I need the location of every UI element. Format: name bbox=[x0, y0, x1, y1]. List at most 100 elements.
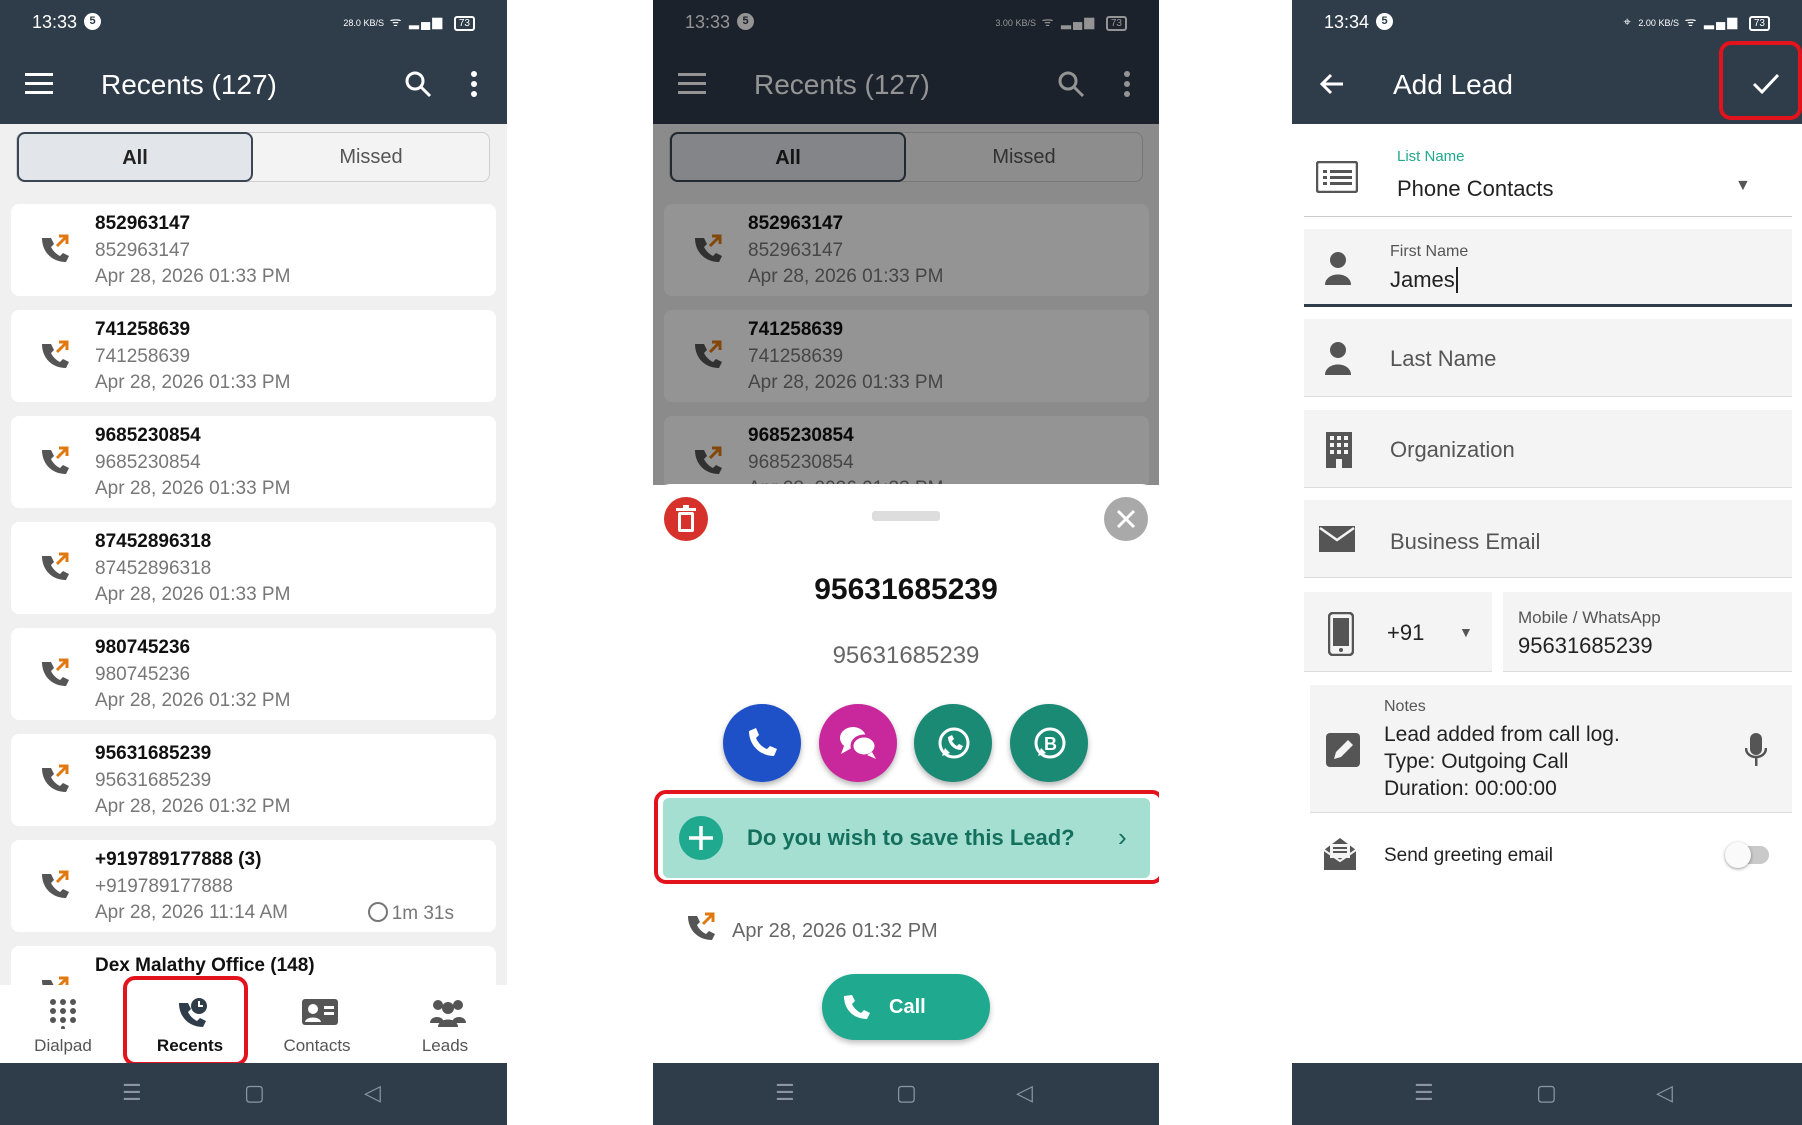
more-options-icon[interactable] bbox=[470, 71, 478, 97]
first-name-field[interactable]: First Name James bbox=[1304, 229, 1792, 307]
last-name-field[interactable]: Last Name bbox=[1304, 319, 1792, 397]
outgoing-call-icon bbox=[42, 658, 69, 686]
call-name: 980745236 bbox=[95, 637, 191, 658]
business-email-placeholder: Business Email bbox=[1390, 529, 1541, 554]
search-icon[interactable] bbox=[404, 70, 432, 98]
greeting-email-row: Send greeting email bbox=[1310, 826, 1792, 886]
call-date: Apr 28, 2026 01:32 PM bbox=[95, 796, 291, 817]
list-name-field[interactable]: List Name Phone Contacts ▼ bbox=[1304, 135, 1792, 217]
tab-all[interactable]: All bbox=[17, 132, 253, 182]
business-email-field[interactable]: Business Email bbox=[1304, 500, 1792, 578]
call-number: +919789177888 bbox=[95, 876, 233, 897]
home-icon[interactable]: ▢ bbox=[244, 1080, 265, 1106]
call-log-item[interactable]: 9685230854 9685230854 Apr 28, 2026 01:33 P… bbox=[11, 416, 496, 508]
call-log-item[interactable]: 87452896318 87452896318 Apr 28, 2026 01:33… bbox=[11, 522, 496, 614]
call-action-button[interactable] bbox=[723, 704, 801, 782]
call-number: 741258639 bbox=[95, 346, 191, 367]
phone-icon bbox=[844, 995, 870, 1019]
drag-handle[interactable] bbox=[872, 511, 940, 521]
svg-text:B: B bbox=[1044, 734, 1057, 754]
greeting-toggle[interactable] bbox=[1725, 842, 1769, 868]
network-speed: 28.0 KB/S bbox=[343, 18, 384, 28]
menu-icon[interactable] bbox=[25, 73, 53, 95]
status-time: 13:34 bbox=[1324, 12, 1370, 32]
network-speed: 2.00 KB/S bbox=[1638, 18, 1679, 28]
modal-overlay[interactable] bbox=[653, 0, 1159, 485]
call-name: 87452896318 bbox=[95, 531, 212, 552]
call-log-item[interactable]: 95631685239 95631685239 Apr 28, 2026 01:32… bbox=[11, 734, 496, 826]
recent-apps-icon[interactable]: ☰ bbox=[122, 1080, 142, 1106]
sheet-title: 95631685239 bbox=[814, 573, 998, 606]
call-log-item[interactable]: +919789177888 (3) +919789177888 Apr 28, 20… bbox=[11, 840, 496, 932]
recent-apps-icon[interactable]: ☰ bbox=[1414, 1080, 1434, 1106]
system-nav-bar: ☰ ▢ ◁ bbox=[653, 1063, 1159, 1125]
call-duration: 1m 31s bbox=[367, 902, 454, 925]
mail-open-icon bbox=[1323, 838, 1357, 870]
status-badge: 5 bbox=[1376, 13, 1393, 30]
filter-tabs: All Missed bbox=[16, 132, 490, 182]
building-icon bbox=[1326, 432, 1352, 468]
home-icon[interactable]: ▢ bbox=[1536, 1080, 1557, 1106]
list-name-label: List Name bbox=[1397, 148, 1465, 165]
back-icon[interactable]: ◁ bbox=[1016, 1080, 1033, 1106]
whatsapp-action-button[interactable] bbox=[914, 704, 992, 782]
microphone-icon[interactable] bbox=[1745, 733, 1767, 767]
organization-field[interactable]: Organization bbox=[1304, 410, 1792, 488]
back-arrow-icon[interactable] bbox=[1319, 72, 1345, 96]
call-date: Apr 28, 2026 01:32 PM bbox=[732, 920, 938, 942]
nav-dialpad[interactable]: Dialpad bbox=[8, 985, 118, 1063]
nav-leads[interactable]: Leads bbox=[390, 985, 500, 1063]
sms-action-button[interactable] bbox=[819, 704, 897, 782]
recent-apps-icon[interactable]: ☰ bbox=[775, 1080, 795, 1106]
call-name: Dex Malathy Office (148) bbox=[95, 955, 315, 976]
call-name: 95631685239 bbox=[95, 743, 212, 764]
outgoing-call-icon bbox=[42, 764, 69, 792]
battery-icon: 73 bbox=[1748, 16, 1770, 31]
status-icons: 28.0 KB/S ᯤ ▂▄▆ 73 bbox=[343, 12, 475, 31]
dropdown-arrow-icon: ▼ bbox=[1735, 177, 1751, 194]
home-icon[interactable]: ▢ bbox=[896, 1080, 917, 1106]
clock-icon bbox=[367, 902, 388, 922]
nav-contacts[interactable]: Contacts bbox=[262, 985, 372, 1063]
list-icon bbox=[1316, 161, 1358, 193]
call-name: 9685230854 bbox=[95, 425, 201, 446]
app-bar: Recents (127) bbox=[0, 45, 507, 124]
system-nav-bar: ☰ ▢ ◁ bbox=[1292, 1063, 1802, 1125]
list-name-value: Phone Contacts bbox=[1397, 176, 1554, 201]
mobile-field[interactable]: Mobile / WhatsApp 95631685239 bbox=[1503, 592, 1792, 672]
whatsapp-icon bbox=[938, 727, 970, 759]
notes-line: Duration: 00:00:00 bbox=[1384, 777, 1557, 800]
call-number: 980745236 bbox=[95, 664, 191, 685]
status-bar: 13:34 5 ⌖ 2.00 KB/S ᯤ ▂▄▆ 73 bbox=[1292, 0, 1802, 45]
close-icon[interactable] bbox=[1103, 496, 1149, 542]
status-time: 13:33 bbox=[32, 12, 78, 32]
outgoing-call-icon bbox=[42, 446, 69, 474]
email-icon bbox=[1319, 526, 1355, 552]
screen-recents: 13:33 5 28.0 KB/S ᯤ ▂▄▆ 73 Recents (127)… bbox=[0, 0, 507, 1125]
page-title: Add Lead bbox=[1393, 69, 1513, 100]
status-icons: ⌖ 2.00 KB/S ᯤ ▂▄▆ 73 bbox=[1623, 12, 1770, 31]
delete-icon[interactable] bbox=[663, 496, 709, 542]
country-code-select[interactable]: +91 ▼ bbox=[1304, 592, 1492, 672]
dialpad-icon bbox=[50, 999, 76, 1029]
back-icon[interactable]: ◁ bbox=[1656, 1080, 1673, 1106]
first-name-value: James bbox=[1390, 267, 1458, 293]
call-log-item[interactable]: 741258639 741258639 Apr 28, 2026 01:33 PM bbox=[11, 310, 496, 402]
outgoing-call-icon bbox=[42, 870, 69, 898]
battery-icon: 73 bbox=[453, 16, 475, 31]
system-nav-bar: ☰ ▢ ◁ bbox=[0, 1063, 507, 1125]
tab-missed[interactable]: Missed bbox=[253, 133, 489, 181]
call-log-item[interactable]: 852963147 852963147 Apr 28, 2026 01:33 PM bbox=[11, 204, 496, 296]
call-log-item[interactable]: 980745236 980745236 Apr 28, 2026 01:32 PM bbox=[11, 628, 496, 720]
call-name: 852963147 bbox=[95, 213, 191, 234]
back-icon[interactable]: ◁ bbox=[364, 1080, 381, 1106]
person-icon bbox=[1325, 342, 1351, 375]
contacts-icon bbox=[302, 999, 338, 1025]
call-button[interactable]: Call bbox=[822, 974, 990, 1040]
highlight-recents bbox=[123, 976, 248, 1066]
whatsapp-business-action-button[interactable]: B bbox=[1010, 704, 1088, 782]
last-name-placeholder: Last Name bbox=[1390, 346, 1497, 371]
notes-field[interactable]: Notes Lead added from call log. Type: Ou… bbox=[1310, 685, 1792, 813]
outgoing-call-icon bbox=[688, 912, 715, 940]
page-title: Recents (127) bbox=[101, 69, 277, 100]
